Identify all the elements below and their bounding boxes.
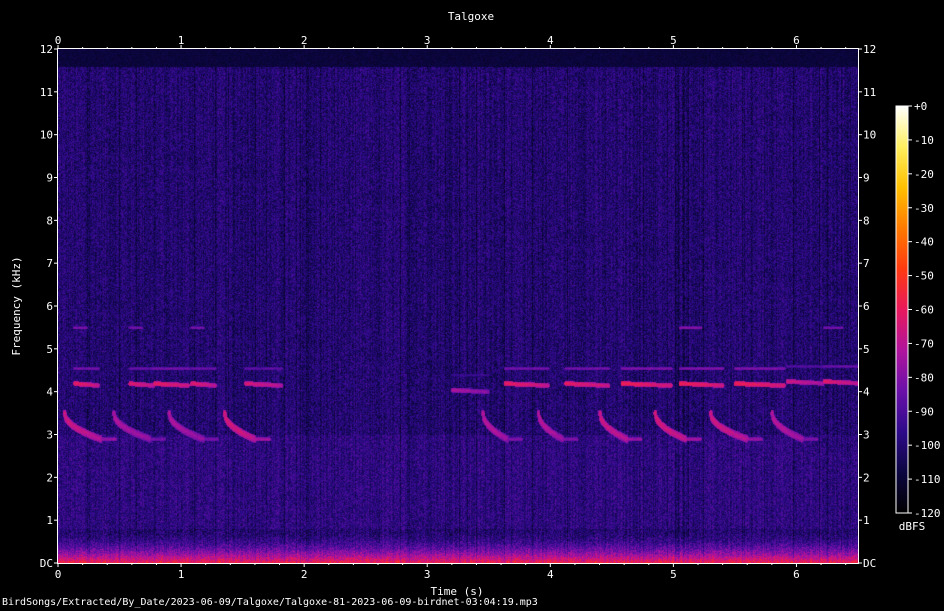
colorbar-label: dBFS xyxy=(899,520,926,533)
colorbar-tick-label: -30 xyxy=(914,202,934,215)
y-tick-label-left: 12 xyxy=(40,43,53,56)
y-tick-label-right: 9 xyxy=(863,172,870,185)
y-tick-label-right: 11 xyxy=(863,86,876,99)
y-tick-label-left: 11 xyxy=(40,86,53,99)
spectrogram-chart: Talgoxe 00112233445566DC DC1 12 23 34 45 56 67 7… xyxy=(10,10,941,598)
colorbar-tick-label: -40 xyxy=(914,236,934,249)
y-tick-label-left: 2 xyxy=(46,471,53,484)
y-tick-label-right: 8 xyxy=(863,214,870,227)
chart-title: Talgoxe xyxy=(448,10,494,23)
y-tick-label-right: 5 xyxy=(863,343,870,356)
x-tick-label-bottom: 2 xyxy=(301,568,308,581)
y-tick-label-right: 1 xyxy=(863,514,870,527)
y-tick-label-left: 10 xyxy=(40,129,53,142)
y-tick-label-left: 8 xyxy=(46,214,53,227)
x-tick-label-bottom: 3 xyxy=(424,568,431,581)
spectrogram-image xyxy=(58,49,858,563)
x-tick-label-top: 6 xyxy=(793,34,800,47)
colorbar-tick-label: -50 xyxy=(914,270,934,283)
colorbar-gradient xyxy=(895,105,909,514)
x-tick-label-bottom: 6 xyxy=(793,568,800,581)
y-tick-label-right: 4 xyxy=(863,386,870,399)
x-tick-label-top: 2 xyxy=(301,34,308,47)
y-axis-label: Frequency (kHz) xyxy=(10,256,23,355)
colorbar-tick-label: -70 xyxy=(914,337,934,350)
spectrogram-plot xyxy=(57,48,859,564)
y-tick-label-left: 9 xyxy=(46,172,53,185)
colorbar-tick-label: +0 xyxy=(914,100,927,113)
x-tick-label-top: 0 xyxy=(55,34,62,47)
y-tick-label-right: DC xyxy=(863,557,876,570)
colorbar-tick-label: -20 xyxy=(914,168,934,181)
y-tick-label-right: 12 xyxy=(863,43,876,56)
x-tick-label-bottom: 4 xyxy=(547,568,554,581)
y-tick-label-right: 2 xyxy=(863,471,870,484)
colorbar-tick-label: -60 xyxy=(914,304,934,317)
x-tick-label-bottom: 5 xyxy=(670,568,677,581)
colorbar-tick-label: -90 xyxy=(914,405,934,418)
colorbar-tick-label: -80 xyxy=(914,371,934,384)
colorbar-tick-label: -120 xyxy=(914,507,941,520)
x-tick-label-top: 5 xyxy=(670,34,677,47)
y-tick-label-left: DC xyxy=(40,557,53,570)
y-tick-label-left: 6 xyxy=(46,300,53,313)
colorbar-ticks: +0 -10 -20 -30 -40 -50 -60 -70 -80 -90 -100 -110 -12… xyxy=(908,100,941,520)
x-tick-label-top: 4 xyxy=(547,34,554,47)
colorbar-tick-label: -10 xyxy=(914,134,934,147)
y-tick-label-right: 7 xyxy=(863,257,870,270)
colorbar: +0 -10 -20 -30 -40 -50 -60 -70 -80 -90 -100 -110 -12… xyxy=(895,100,941,533)
file-path: BirdSongs/Extracted/By_Date/2023-06-09/T… xyxy=(2,597,538,608)
y-tick-label-left: 4 xyxy=(46,386,53,399)
y-tick-label-left: 1 xyxy=(46,514,53,527)
y-tick-label-left: 7 xyxy=(46,257,53,270)
y-tick-label-left: 3 xyxy=(46,429,53,442)
colorbar-tick-label: -100 xyxy=(914,439,941,452)
y-tick-label-right: 3 xyxy=(863,429,870,442)
x-tick-label-bottom: 0 xyxy=(55,568,62,581)
x-tick-label-top: 1 xyxy=(178,34,185,47)
x-tick-label-bottom: 1 xyxy=(178,568,185,581)
y-tick-label-right: 6 xyxy=(863,300,870,313)
colorbar-tick-label: -110 xyxy=(914,473,941,486)
y-tick-label-right: 10 xyxy=(863,129,876,142)
x-tick-label-top: 3 xyxy=(424,34,431,47)
y-tick-label-left: 5 xyxy=(46,343,53,356)
